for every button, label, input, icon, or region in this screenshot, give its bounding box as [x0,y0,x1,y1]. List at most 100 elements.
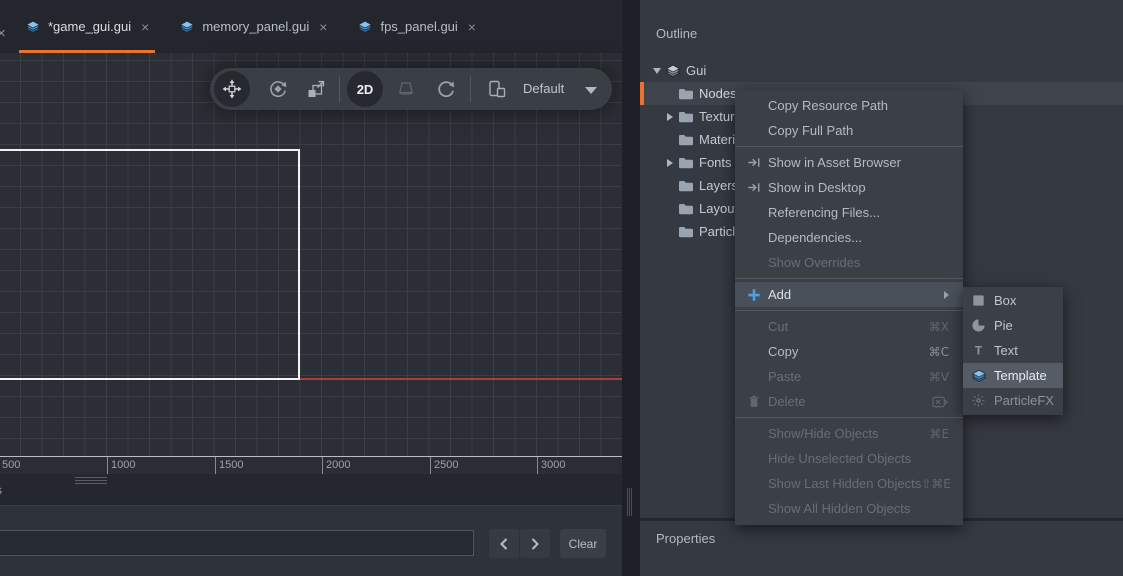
tab-fps-panel[interactable]: fps_panel.gui × [347,0,486,53]
profile-dropdown-value[interactable]: Default [523,81,564,96]
prev-match-button[interactable] [489,529,519,558]
gui-document-icon [357,19,373,35]
template-icon [971,368,987,384]
chevron-down-icon[interactable] [585,87,597,94]
menu-item-dependencies[interactable]: Dependencies... [735,225,963,250]
menu-item-referencing-files[interactable]: Referencing Files... [735,200,963,225]
menu-item-label: Copy [768,344,929,359]
gui-document-icon [179,19,195,35]
menu-item-label: Cut [768,319,929,334]
move-tool-button[interactable] [214,71,250,107]
tree-item-label: Gui [686,63,706,78]
menu-shortcut: ⌘C [929,345,949,359]
ruler-tick-label: 2500 [434,459,458,471]
menu-divider [735,278,963,279]
tab-label: memory_panel.gui [202,19,309,34]
tab-game-gui[interactable]: *game_gui.gui × [15,0,159,53]
folder-icon [678,155,694,171]
menu-item-label: Copy Full Path [768,123,949,138]
tab-bar: × *game_gui.gui × memory_panel.gui × [0,0,622,53]
tab-label: fps_panel.gui [380,19,457,34]
submenu-item-box[interactable]: Box [963,288,1063,313]
submenu-item-particlefx: ParticleFX [963,388,1063,413]
chevron-collapsed-icon[interactable] [667,113,673,121]
pie-icon [971,318,987,334]
gui-bounds-rectangle [0,149,300,380]
tab-close-icon[interactable]: × [468,19,476,35]
tab-close-icon[interactable]: × [319,19,327,35]
chevron-left-icon [499,537,509,551]
ruler-tick-label: 1500 [219,459,243,471]
folder-icon [678,109,694,125]
2d-mode-button[interactable]: 2D [347,71,383,107]
folder-icon [678,86,694,102]
horizontal-ruler: 500 1000 1500 2000 2500 3000 [0,456,622,474]
tree-item-gui[interactable]: Gui [640,59,1123,82]
clear-button[interactable]: Clear [560,529,606,558]
menu-item-copy-full-path[interactable]: Copy Full Path [735,118,963,143]
horizontal-splitter-grip[interactable] [75,477,107,486]
trash-icon [747,394,768,409]
menu-item-label: Show/Hide Objects [768,426,929,441]
menu-item-show-in-asset-browser[interactable]: Show in Asset Browser [735,150,963,175]
menu-item-copy[interactable]: Copy⌘C [735,339,963,364]
tab-memory-panel[interactable]: memory_panel.gui × [169,0,337,53]
menu-divider [735,310,963,311]
tab-label: *game_gui.gui [48,19,131,34]
chevron-expanded-icon[interactable] [653,68,661,74]
menu-item-add[interactable]: Add [735,282,963,307]
menu-item-show-overrides: Show Overrides [735,250,963,275]
toolbar-divider [470,76,471,102]
menu-item-cut: Cut⌘X [735,314,963,339]
submenu-item-label: Template [994,368,1047,383]
menu-item-label: Show Last Hidden Objects [768,476,921,491]
menu-shortcut: ⇧⌘E [921,477,951,491]
camera-reset-button[interactable] [436,79,456,99]
submenu-item-text[interactable]: T Text [963,338,1063,363]
menu-item-paste: Paste⌘V [735,364,963,389]
scale-tool-button[interactable] [306,79,326,99]
tree-item-label: Layers [699,178,738,193]
chevron-collapsed-icon[interactable] [667,159,673,167]
menu-shortcut: ⌘E [929,427,949,441]
menu-shortcut: ⌘V [929,370,949,384]
menu-item-label: Paste [768,369,929,384]
submenu-item-template[interactable]: Template [963,363,1063,388]
plus-icon [747,288,768,302]
rotate-tool-button[interactable] [268,79,288,99]
tree-item-label: Fonts [699,155,732,170]
menu-item-label: Show in Desktop [768,180,949,195]
scene-viewport[interactable]: 2D [0,53,622,456]
tab-close-icon[interactable]: × [141,19,149,35]
scale-tool-icon [306,79,326,99]
folder-icon [678,132,694,148]
menu-item-label: Hide Unselected Objects [768,451,949,466]
next-match-button[interactable] [520,529,550,558]
folder-icon [678,224,694,240]
menu-item-copy-resource-path[interactable]: Copy Resource Path [735,93,963,118]
menu-item-show-in-desktop[interactable]: Show in Desktop [735,175,963,200]
console-search-input[interactable] [0,530,474,556]
menu-divider [735,146,963,147]
menu-item-label: Show All Hidden Objects [768,501,949,516]
submenu-item-pie[interactable]: Pie [963,313,1063,338]
clipped-tab-close-icon[interactable]: × [0,25,11,42]
text-icon: T [971,343,987,359]
move-tool-icon [222,79,242,99]
camera-refresh-icon [436,79,456,99]
outline-panel-title: Outline [656,26,697,41]
vertical-splitter-grip[interactable] [627,488,632,516]
frustum-culling-button[interactable] [396,79,416,99]
x-axis-line [300,378,622,380]
clipped-status-text: s [0,483,4,497]
box-icon [971,293,987,309]
defold-editor-window: × *game_gui.gui × memory_panel.gui × [0,0,1123,576]
vertical-splitter[interactable] [622,0,640,576]
ruler-tick-label: 3000 [541,459,565,471]
menu-item-label: Show in Asset Browser [768,155,949,170]
add-submenu: Box Pie T Text Template ParticleFX [963,287,1063,415]
menu-item-label: Dependencies... [768,230,949,245]
submenu-item-label: ParticleFX [994,393,1054,408]
submenu-item-label: Text [994,343,1018,358]
menu-item-show-last-hidden-objects: Show Last Hidden Objects⇧⌘E [735,471,963,496]
